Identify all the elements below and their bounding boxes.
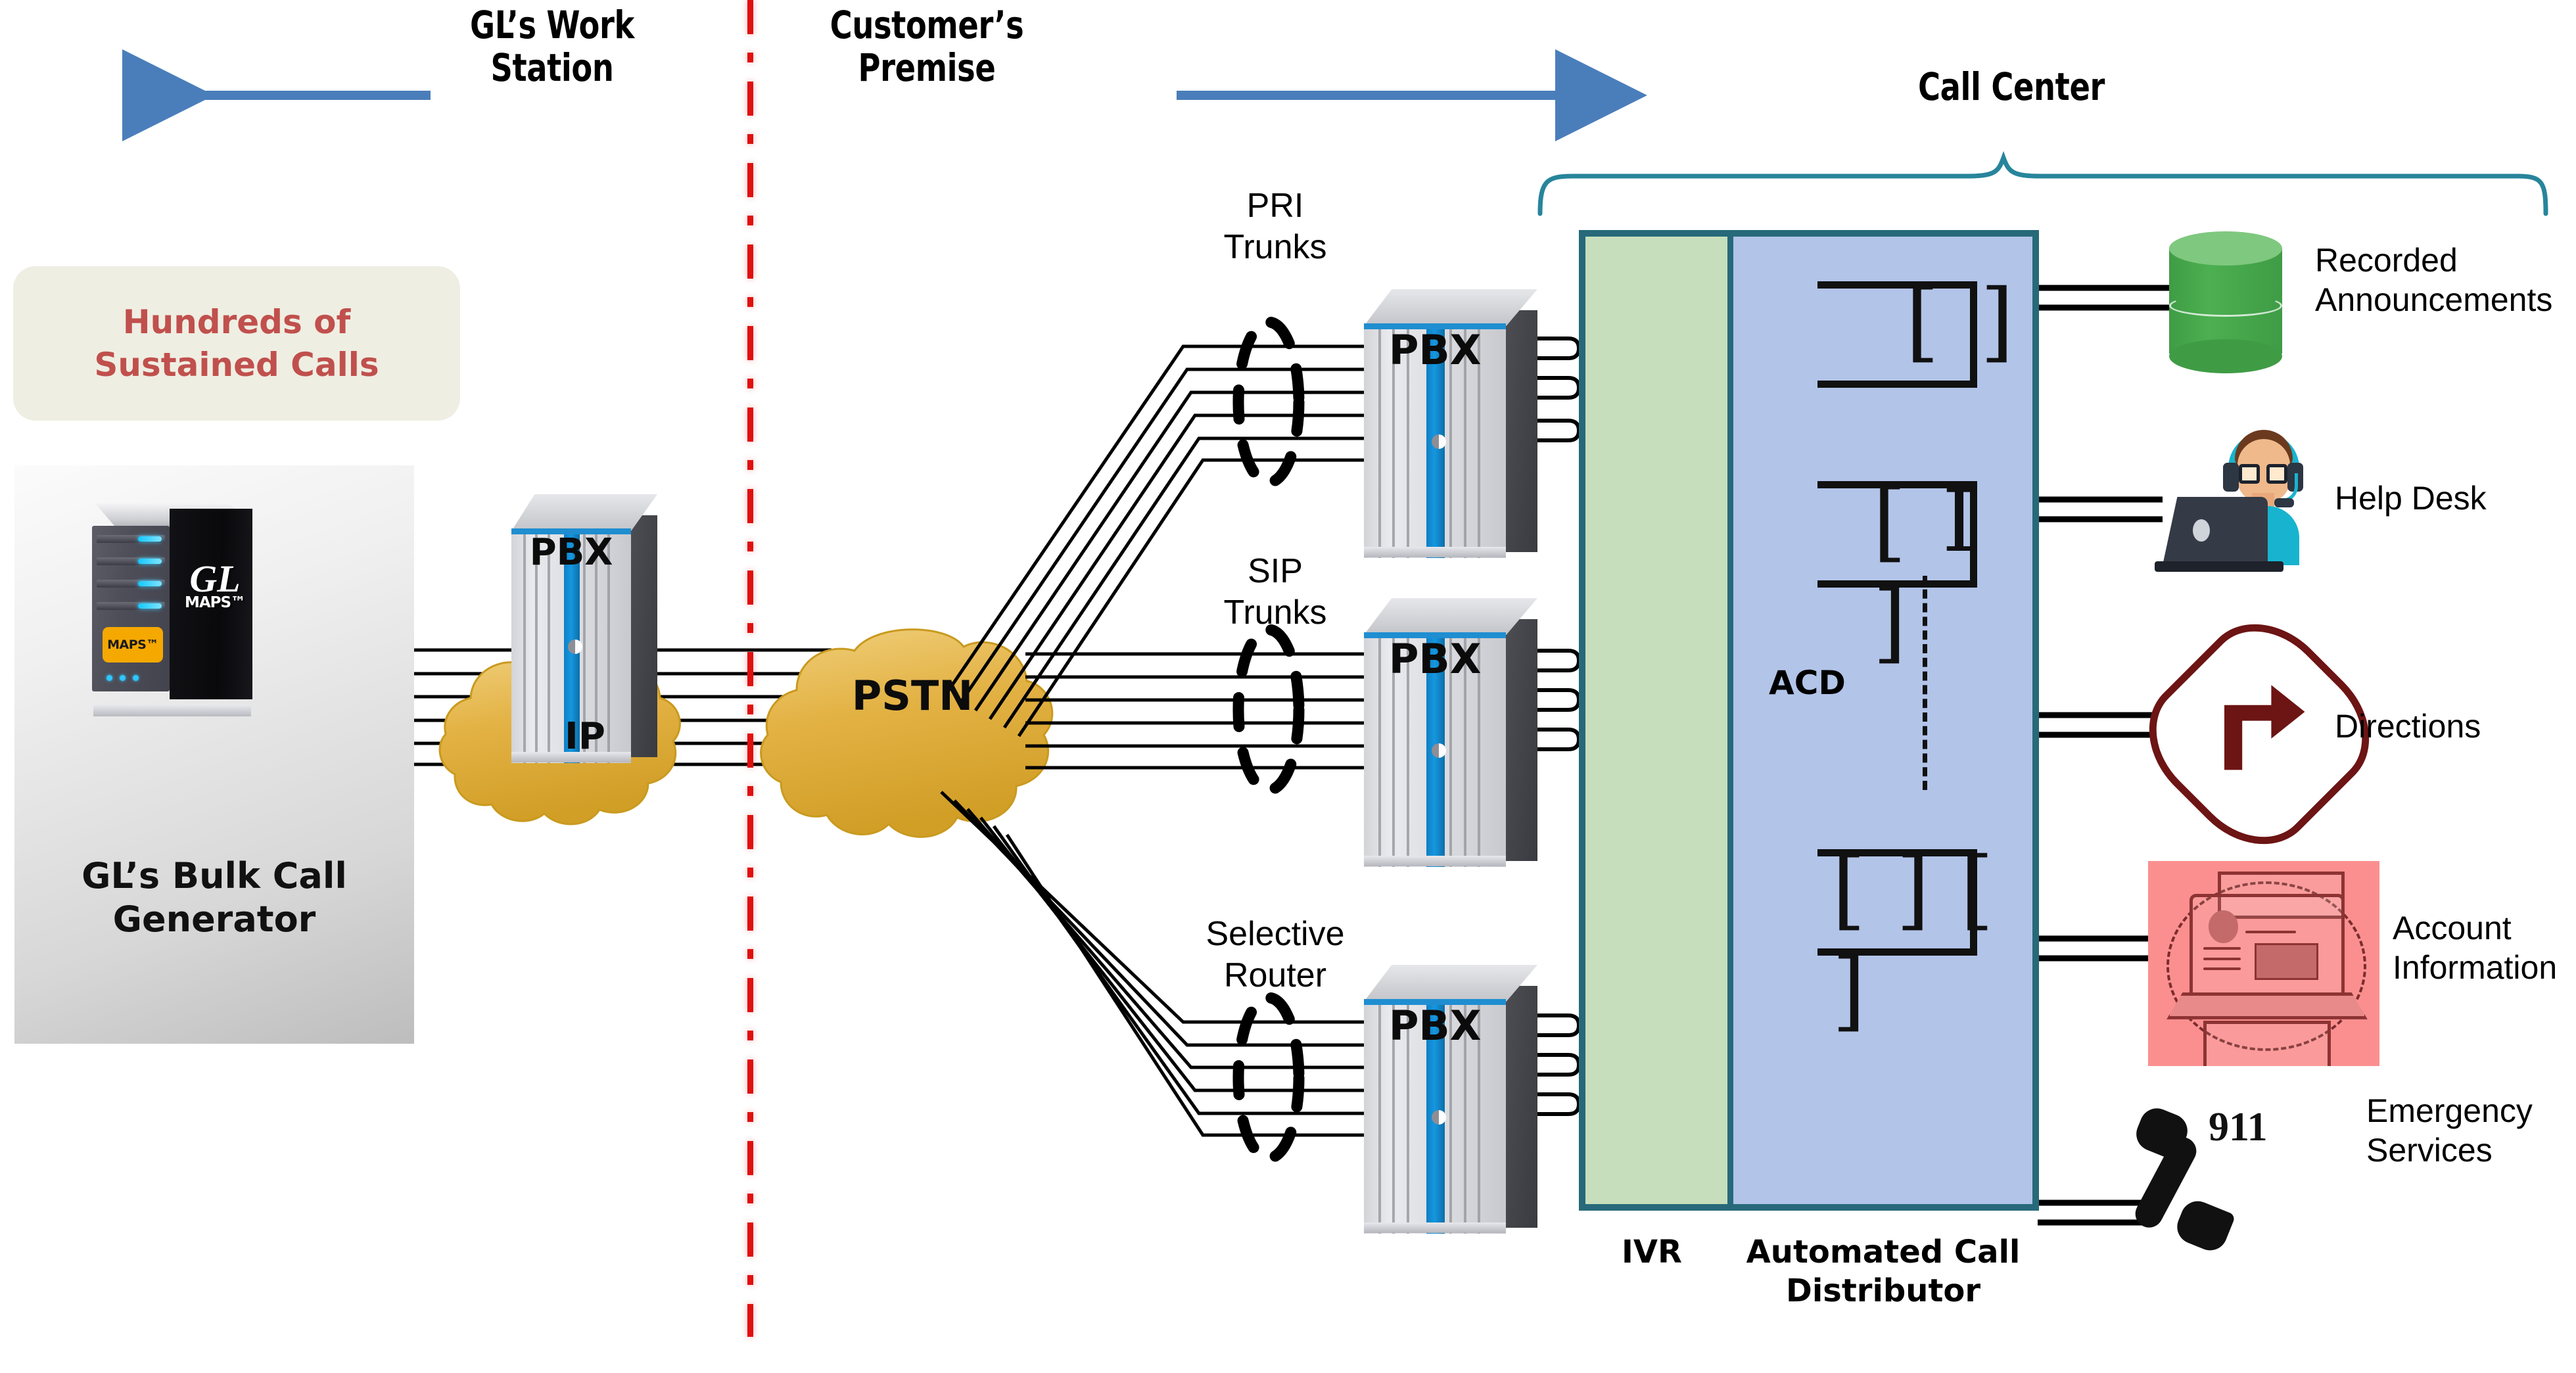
gl-maps-logo: GL MAPS™: [184, 557, 246, 612]
pri-pbx-label: PBX: [1388, 326, 1482, 374]
sip-bundle-icon: [1232, 624, 1305, 796]
pri-trunk-lines: [1221, 344, 1364, 462]
sip-pbx-icon: PBX: [1364, 598, 1537, 867]
queue-two-agent-marks: [ I ]: [1873, 471, 1980, 673]
turn-right-arrow-glyph: [2224, 685, 2305, 770]
bulk-call-generator-caption: GL’s Bulk Call Generator: [82, 855, 347, 940]
emergency-services-label: Emergency Services: [2366, 1092, 2533, 1169]
pri-bundle-icon: [1232, 316, 1305, 488]
pstn-cloud-shape: [760, 628, 1054, 838]
selective-router-label: Selective Router: [1206, 915, 1345, 995]
sip-pbx-label: PBX: [1388, 635, 1482, 683]
diagram-canvas: GL’s Work Station Customer’s Premise Call …: [0, 0, 2576, 1373]
maps-badge: MAPS™: [103, 627, 163, 663]
queue-multi-agent-marks: [ ] [ ]: [1832, 839, 1996, 1041]
selective-router-trunk-lines: [1221, 1020, 1364, 1137]
pstn-cloud-label: PSTN: [851, 672, 973, 720]
queue-link-dashed: [1923, 576, 1927, 790]
call-center-brace-icon: [1537, 151, 2548, 216]
pri-trunks-label: PRI Trunks: [1223, 187, 1327, 267]
sustained-calls-text: Hundreds of Sustained Calls: [94, 302, 379, 384]
acd-inner-label: ACD: [1769, 664, 1846, 702]
premise-boundary-divider: [747, 0, 753, 1337]
maps-server-tower-icon: MAPS™ GL MAPS™: [92, 503, 252, 716]
acd-caption: Automated Call Distributor: [1746, 1234, 2021, 1309]
ivr-acd-box: ACD [ ] [ I ] [ ] [ ]: [1579, 230, 2039, 1211]
laptop-account-card-icon: [2148, 861, 2379, 1066]
selective-router-pbx-icon: PBX: [1364, 965, 1537, 1234]
edge-pbx-label: PBX: [529, 531, 613, 574]
ip-cloud-label: IP: [565, 715, 605, 758]
account-information-label: Account Information: [2393, 910, 2558, 986]
selective-router-pbx-label: PBX: [1388, 1002, 1482, 1050]
sip-trunks-label: SIP Trunks: [1223, 552, 1327, 632]
ivr-caption: IVR: [1622, 1234, 1682, 1270]
selective-router-bundle-icon: [1232, 992, 1305, 1164]
bulk-call-generator-panel: MAPS™ GL MAPS™ GL’s Bulk Call Generator: [14, 465, 414, 1044]
ivr-panel: [1585, 237, 1727, 1204]
queue-one-agent-marks: [ ]: [1906, 271, 2021, 372]
section-title-premise: Customer’s Premise: [830, 3, 1024, 90]
acd-panel: ACD [ ] [ I ] [ ] [ ]: [1727, 237, 2032, 1204]
sip-trunk-lines: [1025, 652, 1364, 770]
recorded-announcements-label: Recorded Announcements: [2315, 242, 2553, 318]
endpoint-links: [2038, 285, 2169, 1226]
emergency-number-badge: 911: [2209, 1105, 2268, 1150]
sustained-calls-callout: Hundreds of Sustained Calls: [13, 266, 460, 421]
headset-agent-icon: [2155, 389, 2311, 572]
section-title-workstation: GL’s Work Station: [470, 3, 634, 90]
pri-pbx-icon: PBX: [1364, 289, 1537, 558]
directions-label: Directions: [2335, 708, 2481, 745]
section-title-callcenter: Call Center: [1917, 64, 2105, 109]
help-desk-label: Help Desk: [2335, 480, 2487, 517]
database-cylinder-icon: [2169, 231, 2282, 373]
